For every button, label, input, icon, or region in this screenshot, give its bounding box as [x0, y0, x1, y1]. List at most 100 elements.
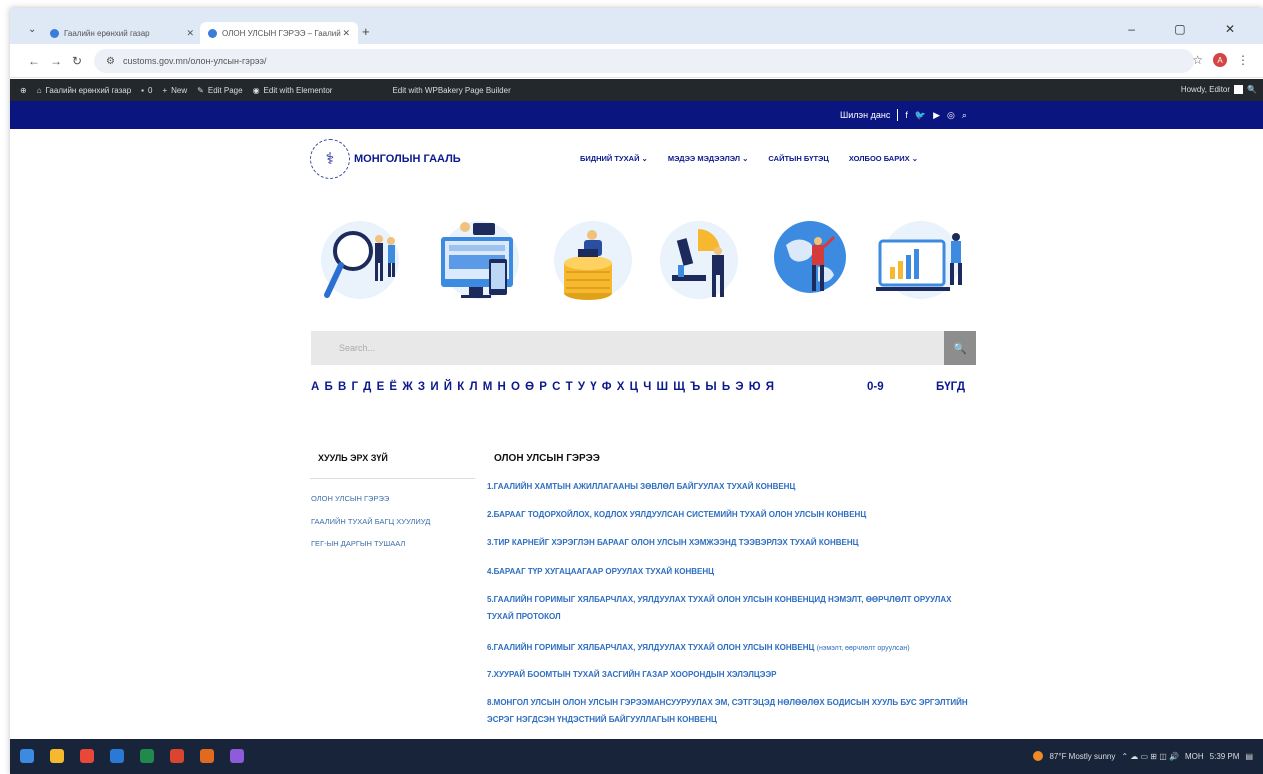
wp-logo-icon[interactable]: ⊕: [20, 86, 27, 95]
start-icon[interactable]: [20, 749, 34, 763]
alphabet-letter[interactable]: Ё: [389, 381, 398, 393]
bookmark-star-icon[interactable]: ☆: [1192, 53, 1203, 67]
search-input[interactable]: Search...: [311, 331, 944, 365]
globe-illustration-icon[interactable]: [768, 215, 858, 305]
convention-link-7[interactable]: 7.ХУУРАЙ БООМТЫН ТУХАЙ ЗАСГИЙН ГАЗАР ХОО…: [487, 666, 977, 683]
alphabet-letter[interactable]: Ь: [722, 381, 731, 393]
alphabet-letter[interactable]: Ч: [643, 381, 652, 393]
alphabet-letter[interactable]: Ъ: [690, 381, 701, 393]
admin-new[interactable]: + New: [162, 86, 187, 95]
nav-buttons[interactable]: ←→↻: [28, 54, 92, 68]
facebook-icon[interactable]: f: [905, 110, 908, 120]
clock[interactable]: 5:39 PM: [1210, 752, 1240, 761]
youtube-icon[interactable]: ▶: [933, 110, 940, 121]
alphabet-letter[interactable]: Р: [539, 381, 548, 393]
alphabet-letter[interactable]: Н: [497, 381, 506, 393]
microscope-illustration-icon[interactable]: [654, 215, 744, 305]
alphabet-letter[interactable]: Ц: [630, 381, 639, 393]
admin-edit-page[interactable]: ✎ Edit Page: [197, 86, 242, 95]
alphabet-letter[interactable]: Л: [469, 381, 478, 393]
language-indicator[interactable]: МОН: [1185, 752, 1204, 761]
new-tab-button[interactable]: +: [362, 24, 370, 39]
weather-text[interactable]: 87°F Mostly sunny: [1049, 752, 1115, 761]
search-button[interactable]: 🔍: [944, 331, 976, 365]
sidebar-item-director-orders[interactable]: ГЕГ-ЫН ДАРГЫН ТУШААЛ: [311, 539, 405, 548]
alphabet-letter[interactable]: Щ: [673, 381, 686, 393]
alphabet-letter[interactable]: З: [418, 381, 426, 393]
sidebar-item-international-treaties[interactable]: ОЛОН УЛСЫН ГЭРЭЭ: [311, 494, 389, 503]
alphabet-letter[interactable]: Ж: [402, 381, 413, 393]
admin-howdy[interactable]: Howdy, Editor 🔍: [1181, 85, 1257, 94]
convention-link-5[interactable]: 5.ГААЛИЙН ГОРИМЫГ ХЯЛБАРЧЛАХ, УЯЛДУУЛАХ …: [487, 591, 977, 625]
file-explorer-icon[interactable]: [50, 749, 64, 763]
search-icon[interactable]: ⌕: [962, 110, 967, 121]
alphabet-letter[interactable]: А: [311, 381, 320, 393]
admin-comments[interactable]: ▪ 0: [141, 86, 152, 95]
chrome-icon[interactable]: [80, 749, 94, 763]
word-icon[interactable]: [110, 749, 124, 763]
url-field[interactable]: ⚙ customs.gov.mn/олон-улсын-гэрээ/: [94, 49, 1194, 73]
alphabet-letter[interactable]: Х: [617, 381, 626, 393]
alphabet-letter[interactable]: Ф: [602, 381, 613, 393]
alphabet-letter[interactable]: Т: [566, 381, 574, 393]
alphabet-letter[interactable]: В: [338, 381, 347, 393]
tab-1[interactable]: Гаалийн ерөнхий газар ✕: [42, 22, 202, 44]
admin-edit-wpbakery[interactable]: Edit with WPBakery Page Builder: [392, 86, 510, 95]
alphabet-letter[interactable]: Ы: [705, 381, 717, 393]
coins-illustration-icon[interactable]: [548, 215, 638, 305]
alphabet-letter[interactable]: Г: [351, 381, 359, 393]
alphabet-letter[interactable]: О: [511, 381, 521, 393]
site-logo[interactable]: ⚕ МОНГОЛЫН ГААЛЬ: [310, 139, 461, 179]
menu-kebab-icon[interactable]: ⋮: [1237, 53, 1249, 67]
alphabet-letter[interactable]: Ө: [525, 381, 535, 393]
nav-about[interactable]: БИДНИЙ ТУХАЙ ⌄: [580, 154, 648, 163]
admin-edit-elementor[interactable]: ◉ Edit with Elementor: [253, 86, 333, 95]
instagram-icon[interactable]: ◎: [947, 110, 955, 121]
convention-link-3[interactable]: 3.ТИР КАРНЕЙГ ХЭРЭГЛЭН БАРААГ ОЛОН УЛСЫН…: [487, 534, 977, 551]
alphabet-letter[interactable]: И: [430, 381, 439, 393]
transparency-link[interactable]: Шилэн данс: [840, 110, 890, 120]
excel-icon[interactable]: [140, 749, 154, 763]
alphabet-letter[interactable]: Ш: [657, 381, 670, 393]
alphabet-letter[interactable]: К: [457, 381, 465, 393]
convention-link-8[interactable]: 8.МОНГОЛ УЛСЫН ОЛОН УЛСЫН ГЭРЭЭМАНСУУРУУ…: [487, 694, 977, 728]
alphabet-letter[interactable]: Э: [735, 381, 744, 393]
alphabet-digits-link[interactable]: 0-9: [867, 381, 884, 393]
sidebar-item-customs-laws[interactable]: ГААЛИЙН ТУХАЙ БАГЦ ХУУЛИУД: [311, 517, 430, 526]
alphabet-all-link[interactable]: БҮГД: [936, 381, 965, 393]
convention-link-2[interactable]: 2.БАРААГ ТОДОРХОЙЛОХ, КОДЛОХ УЯЛДУУЛСАН …: [487, 506, 977, 523]
profile-avatar[interactable]: A: [1213, 53, 1227, 67]
magnifier-illustration-icon[interactable]: [315, 215, 405, 305]
weather-icon[interactable]: [1033, 751, 1044, 761]
alphabet-letter[interactable]: У: [578, 381, 586, 393]
alphabet-letter[interactable]: Ю: [749, 381, 762, 393]
convention-link-1[interactable]: 1.ГААЛИЙН ХАМТЫН АЖИЛЛАГААНЫ ЗӨВЛӨЛ БАЙГ…: [487, 478, 977, 495]
alphabet-letter[interactable]: Д: [363, 381, 372, 393]
alphabet-letter[interactable]: С: [552, 381, 561, 393]
alphabet-letter[interactable]: Б: [325, 381, 334, 393]
tab-2-active[interactable]: ОЛОН УЛСЫН ГЭРЭЭ – Гаалий ✕: [200, 22, 358, 44]
site-settings-icon[interactable]: ⚙: [106, 56, 115, 67]
alphabet-letter[interactable]: Я: [766, 381, 775, 393]
alphabet-letter[interactable]: Е: [377, 381, 386, 393]
nav-sitemap[interactable]: САЙТЫН БҮТЭЦ: [768, 154, 828, 163]
window-controls[interactable]: – ▢ ✕: [1128, 22, 1253, 36]
twitter-icon[interactable]: 🐦: [915, 110, 926, 121]
nav-news[interactable]: МЭДЭЭ МЭДЭЭЛЭЛ ⌄: [668, 154, 749, 163]
nav-contact[interactable]: ХОЛБОО БАРИХ ⌄: [849, 154, 918, 163]
convention-link-6[interactable]: 6.ГААЛИЙН ГОРИМЫГ ХЯЛБАРЧЛАХ, УЯЛДУУЛАХ …: [487, 639, 977, 657]
admin-search-icon[interactable]: 🔍: [1247, 85, 1257, 94]
tab-search-chevron-icon[interactable]: ⌄: [28, 24, 36, 35]
notification-icon[interactable]: ▤: [1245, 752, 1253, 761]
close-tab-icon[interactable]: ✕: [342, 28, 350, 39]
acrobat-icon[interactable]: [200, 749, 214, 763]
powerpoint-icon[interactable]: [170, 749, 184, 763]
alphabet-letter[interactable]: М: [483, 381, 494, 393]
convention-link-4[interactable]: 4.БАРААГ ТҮР ХУГАЦААГААР ОРУУЛАХ ТУХАЙ К…: [487, 563, 977, 580]
alphabet-letter[interactable]: Ү: [590, 381, 597, 393]
admin-site-link[interactable]: ⌂ Гаалийн ерөнхий газар: [37, 86, 131, 95]
analytics-illustration-icon[interactable]: [876, 215, 966, 305]
computer-illustration-icon[interactable]: [435, 215, 525, 305]
close-tab-icon[interactable]: ✕: [186, 28, 194, 39]
tray-icons[interactable]: ⌃ ☁ ▭ ⊞ ◫ 🔊: [1121, 752, 1179, 761]
